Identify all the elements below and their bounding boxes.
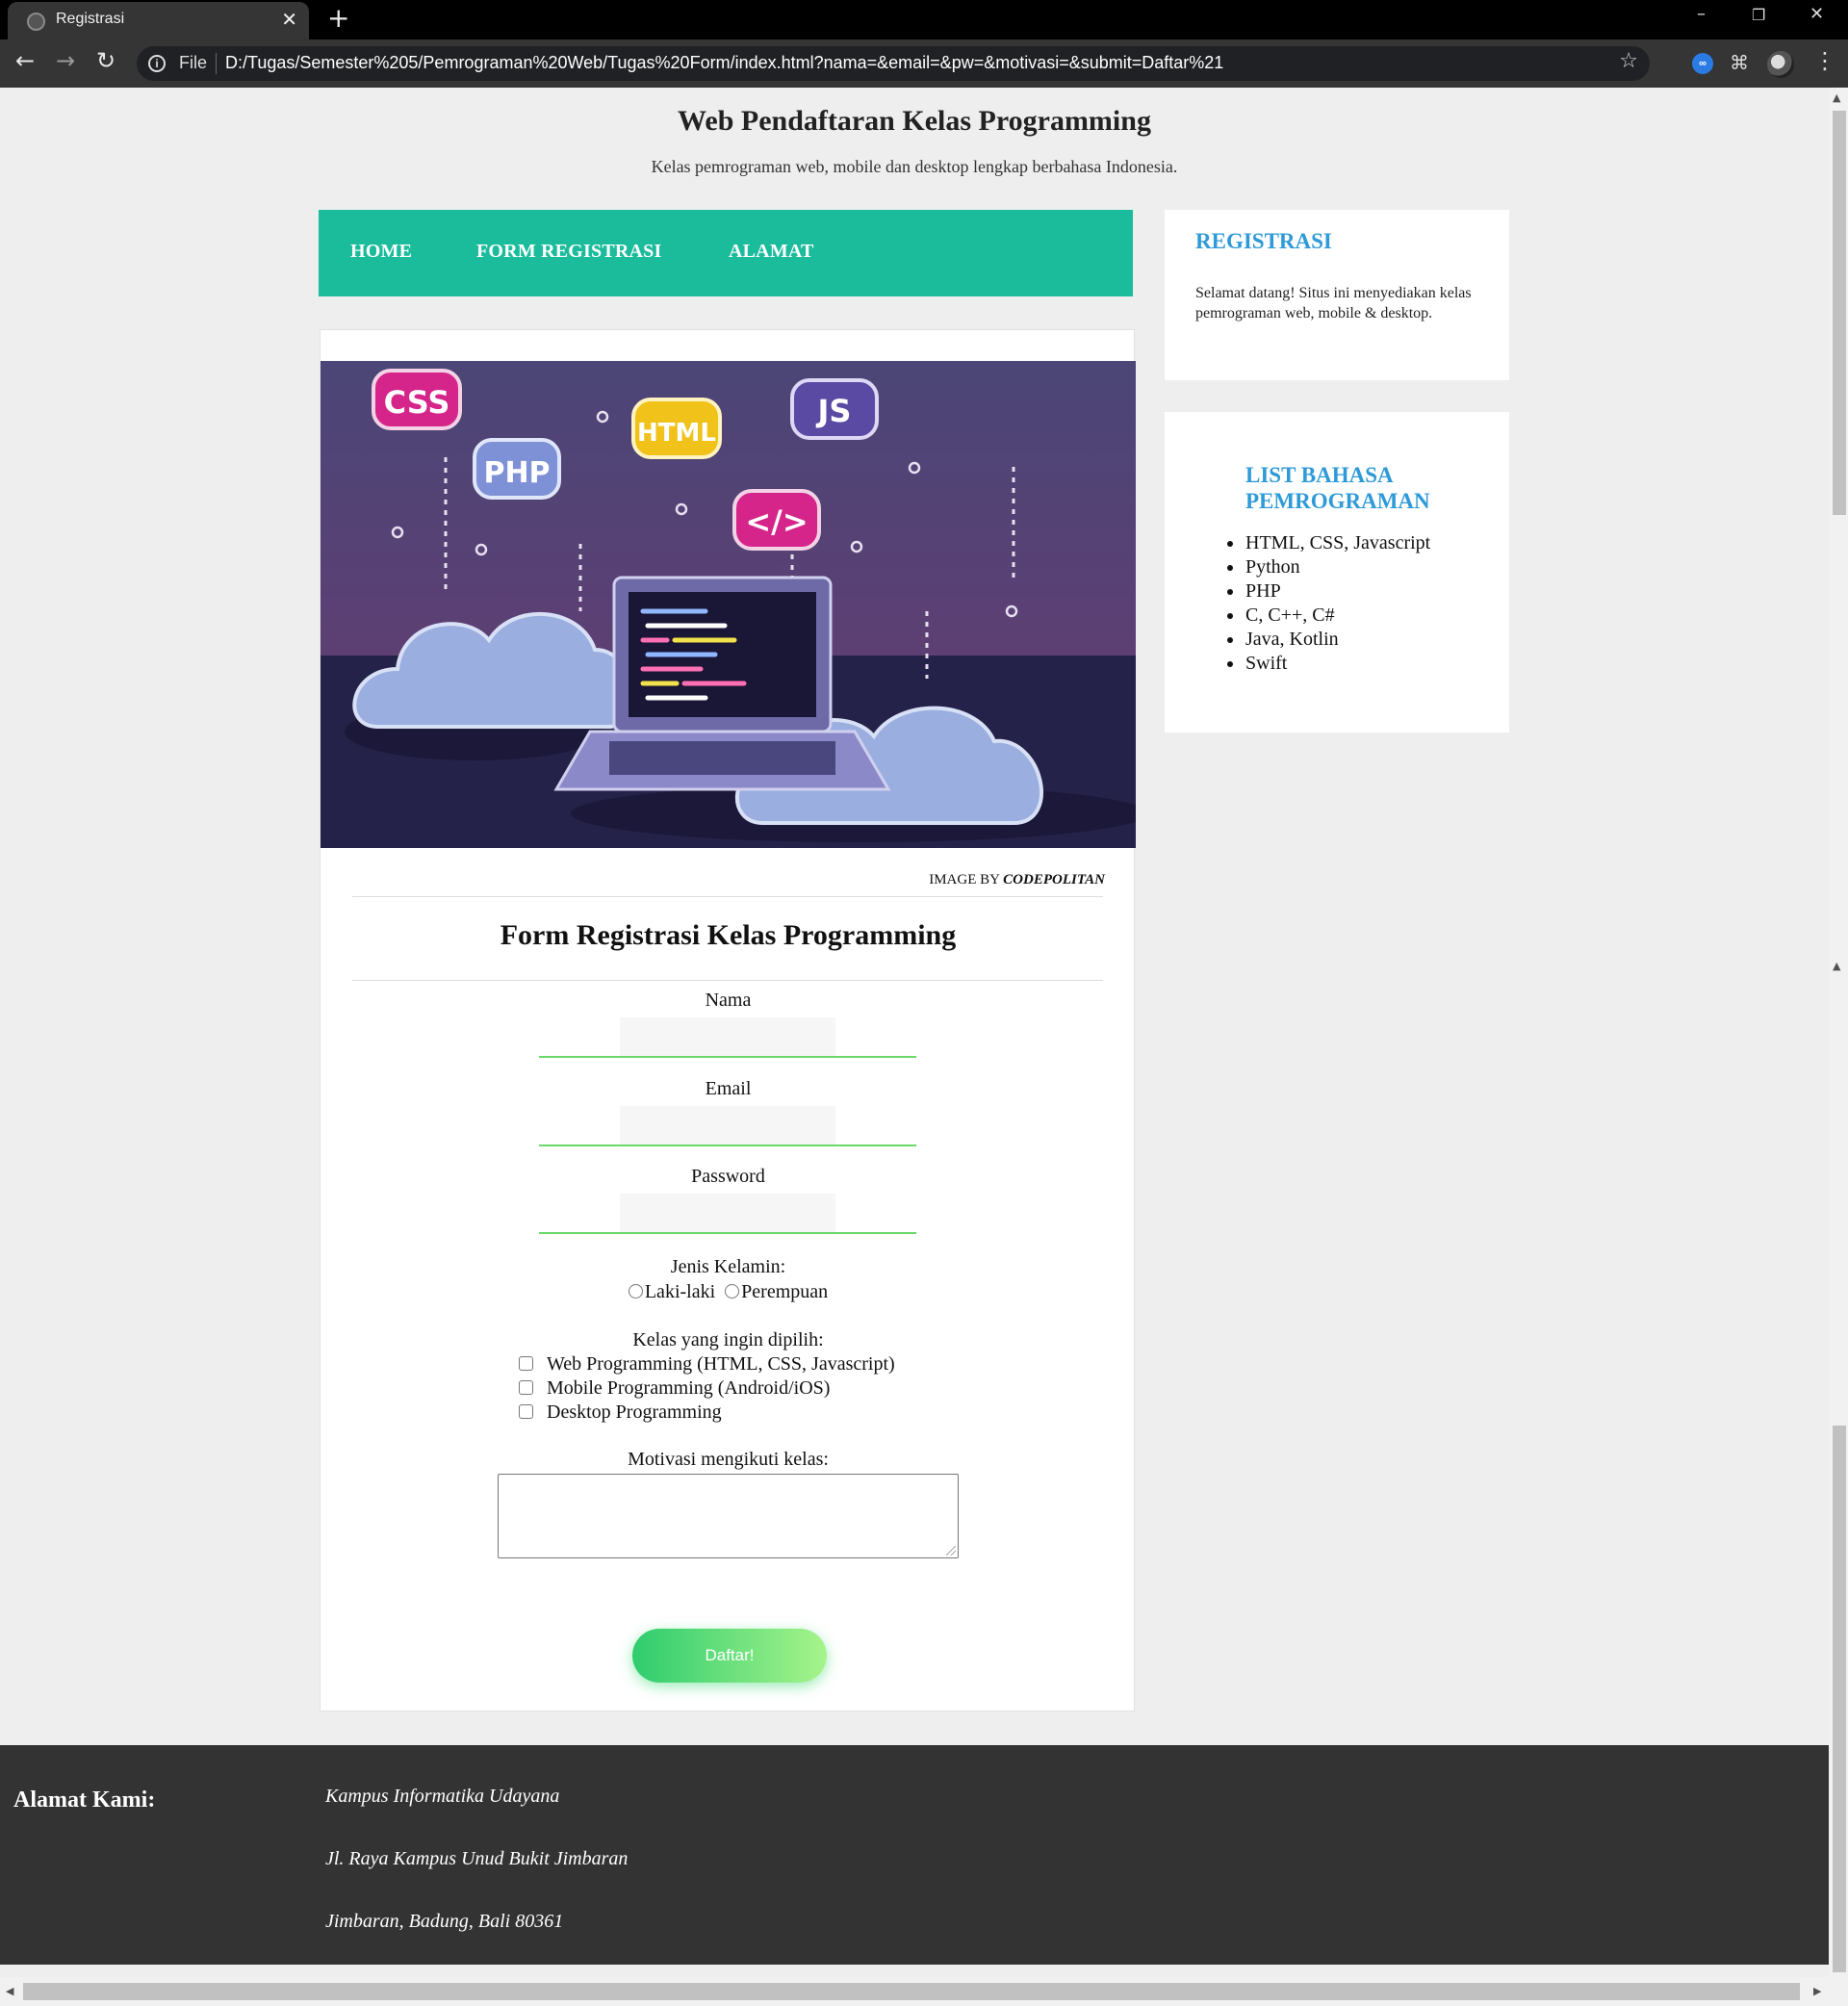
scroll-up-icon[interactable]: ▲	[1833, 91, 1840, 104]
radio-laki-laki[interactable]	[628, 1284, 643, 1299]
list-item: Swift	[1226, 652, 1430, 676]
address-bar[interactable]: i File D:/Tugas/Semester%205/Pemrograman…	[137, 46, 1650, 81]
password-input[interactable]	[620, 1194, 835, 1232]
registration-title: REGISTRASI	[1195, 229, 1332, 253]
scroll-up-icon[interactable]: ▲	[1833, 960, 1840, 972]
close-window-icon[interactable]: ✕	[1810, 4, 1824, 24]
list-item: HTML, CSS, Javascript	[1226, 532, 1431, 553]
nav-home[interactable]: HOME	[350, 241, 412, 263]
nama-underline	[539, 1056, 916, 1058]
tab-title: Registrasi	[56, 11, 125, 27]
footer: Alamat Kami: Kampus Informatika Udayana …	[0, 1745, 1829, 1965]
svg-text:CSS: CSS	[384, 384, 450, 421]
menu-icon[interactable]: ⋮	[1813, 47, 1836, 74]
languages-title: LIST BAHASA PEMROGRAMAN	[1245, 463, 1430, 513]
nav-alamat[interactable]: ALAMAT	[729, 241, 814, 263]
credit-name: CODEPOLITAN	[1003, 872, 1105, 887]
hero-illustration: CSS PHP HTML JS </>	[321, 361, 1136, 848]
checkbox-web[interactable]	[519, 1356, 533, 1371]
registration-widget: REGISTRASI Selamat datang! Situs ini men…	[1165, 210, 1509, 380]
registration-text: Selamat datang! Situs ini menyediakan ke…	[1195, 285, 1472, 321]
svg-text:HTML: HTML	[637, 419, 716, 448]
motivation-label: Motivasi mengikuti kelas:	[628, 1449, 829, 1470]
classes-label: Kelas yang ingin dipilih:	[632, 1329, 824, 1350]
star-icon[interactable]: ☆	[1619, 49, 1638, 73]
back-icon[interactable]: ←	[15, 47, 35, 74]
nama-input[interactable]	[620, 1017, 835, 1056]
gender-option-label: Perempuan	[741, 1281, 829, 1302]
site-subtitle: Kelas pemrograman web, mobile dan deskto…	[651, 157, 1178, 176]
email-underline	[539, 1144, 916, 1146]
horizontal-scrollbar[interactable]: ◀ ▶	[0, 1977, 1848, 2006]
password-label: Password	[691, 1166, 765, 1187]
languages-list: HTML, CSS, Javascript Python PHP C, C++,…	[1226, 531, 1431, 676]
page-viewport: Web Pendaftaran Kelas Programming Kelas …	[0, 88, 1829, 1968]
list-item: C, C++, C#	[1226, 604, 1430, 628]
tab-strip: Registrasi ✕ + – ❐ ✕	[0, 0, 1848, 39]
class-option-mobile[interactable]: Mobile Programming (Android/iOS)	[519, 1377, 830, 1400]
password-underline	[539, 1232, 916, 1234]
list-item: PHP	[1226, 579, 1430, 604]
separator	[216, 53, 217, 74]
info-icon[interactable]: i	[148, 55, 166, 72]
email-label: Email	[705, 1078, 752, 1099]
scrollbar-thumb[interactable]	[23, 1983, 1800, 2000]
form-title: Form Registrasi Kelas Programming	[500, 919, 957, 951]
gender-option-label: Laki-laki	[644, 1281, 716, 1302]
divider	[352, 980, 1103, 981]
scroll-right-icon[interactable]: ▶	[1813, 1985, 1821, 1997]
svg-text:</>: </>	[745, 503, 808, 540]
resize-handle-icon[interactable]	[946, 1546, 956, 1556]
scrollbar-thumb[interactable]	[1833, 1426, 1846, 1972]
submit-button[interactable]: Daftar!	[632, 1629, 827, 1683]
nama-label: Nama	[705, 990, 752, 1011]
vertical-scrollbar[interactable]: ▲ ▲	[1829, 88, 1848, 1977]
gender-options: Laki-laki Perempuan	[321, 1281, 1136, 1303]
class-option-label: Desktop Programming	[547, 1402, 722, 1423]
site-title: Web Pendaftaran Kelas Programming	[678, 105, 1151, 137]
minimize-icon[interactable]: –	[1697, 4, 1706, 24]
credit-prefix: IMAGE BY	[929, 872, 1004, 887]
reload-icon[interactable]: ↻	[96, 47, 116, 74]
address-line: Kampus Informatika Udayana	[325, 1786, 560, 1807]
address-line: Jl. Raya Kampus Unud Bukit Jimbaran	[325, 1848, 629, 1869]
restore-icon[interactable]: ❐	[1752, 6, 1765, 24]
class-option-label: Mobile Programming (Android/iOS)	[547, 1377, 831, 1399]
class-option-desktop[interactable]: Desktop Programming	[519, 1402, 722, 1424]
image-credit: IMAGE BY CODEPOLITAN	[929, 872, 1105, 888]
class-option-web[interactable]: Web Programming (HTML, CSS, Javascript)	[519, 1353, 895, 1376]
main-content: CSS PHP HTML JS </> IMAGE BY CODEPOLITAN…	[320, 329, 1136, 1711]
forward-icon[interactable]: →	[56, 47, 75, 74]
motivation-textarea[interactable]	[498, 1474, 959, 1558]
checkbox-mobile[interactable]	[519, 1380, 533, 1395]
email-input[interactable]	[620, 1106, 835, 1144]
close-tab-icon[interactable]: ✕	[281, 8, 297, 31]
main-nav: HOME FORM REGISTRASI ALAMAT	[319, 210, 1133, 296]
class-option-label: Web Programming (HTML, CSS, Javascript)	[547, 1353, 895, 1375]
puzzle-icon[interactable]: ⌘	[1730, 51, 1749, 74]
new-tab-button[interactable]: +	[327, 2, 349, 34]
browser-tab[interactable]: Registrasi ✕	[8, 2, 309, 39]
svg-text:PHP: PHP	[483, 456, 550, 490]
svg-text:JS: JS	[816, 393, 852, 429]
list-item: Python	[1226, 555, 1430, 579]
extension-icon[interactable]: ∞	[1692, 53, 1713, 74]
radio-perempuan[interactable]	[725, 1284, 740, 1299]
languages-widget: LIST BAHASA PEMROGRAMAN HTML, CSS, Javas…	[1165, 412, 1509, 733]
address-line: Jimbaran, Badung, Bali 80361	[325, 1911, 564, 1932]
list-item: Java, Kotlin	[1226, 628, 1430, 652]
scroll-left-icon[interactable]: ◀	[6, 1985, 13, 1997]
nav-form-registrasi[interactable]: FORM REGISTRASI	[476, 241, 661, 263]
scrollbar-thumb[interactable]	[1833, 111, 1846, 515]
avatar[interactable]	[1767, 51, 1794, 78]
checkbox-desktop[interactable]	[519, 1404, 533, 1419]
divider	[352, 896, 1103, 897]
globe-icon	[27, 13, 45, 31]
url-text[interactable]: D:/Tugas/Semester%205/Pemrograman%20Web/…	[225, 53, 1223, 73]
file-label: File	[179, 53, 208, 72]
footer-heading: Alamat Kami:	[13, 1787, 156, 1813]
gender-label: Jenis Kelamin:	[670, 1256, 786, 1277]
browser-toolbar: ← → ↻ i File D:/Tugas/Semester%205/Pemro…	[0, 39, 1848, 88]
